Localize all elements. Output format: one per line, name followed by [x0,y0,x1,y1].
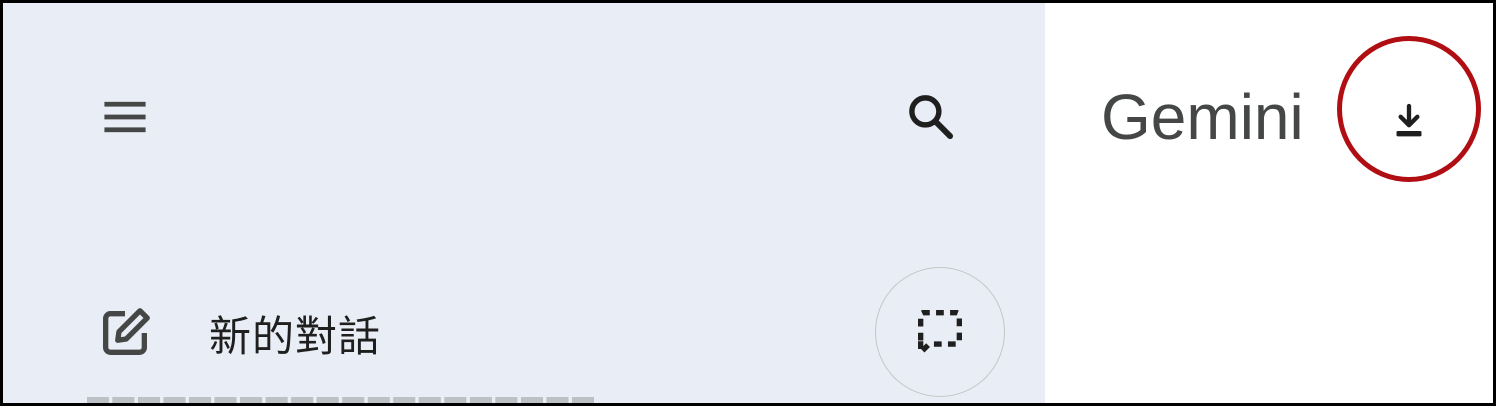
download-button[interactable] [1355,67,1463,175]
temporary-chat-icon [918,310,962,356]
menu-icon [104,101,146,133]
new-chat-button[interactable]: 新的對話 [83,285,843,381]
app-title: Gemini [1101,81,1304,153]
search-button[interactable] [889,75,973,159]
menu-button[interactable] [83,75,167,159]
search-icon [909,95,954,140]
screenshot-frame: 新的對話 ████████████████████ Gemini [0,0,1496,406]
new-chat-label: 新的對話 [209,311,382,361]
sidebar: 新的對話 ████████████████████ [3,3,1045,403]
temporary-chat-button[interactable] [875,267,1005,397]
download-icon [1396,103,1422,137]
partially-visible-list-item[interactable]: ████████████████████ [87,397,707,403]
edit-icon [83,291,167,375]
